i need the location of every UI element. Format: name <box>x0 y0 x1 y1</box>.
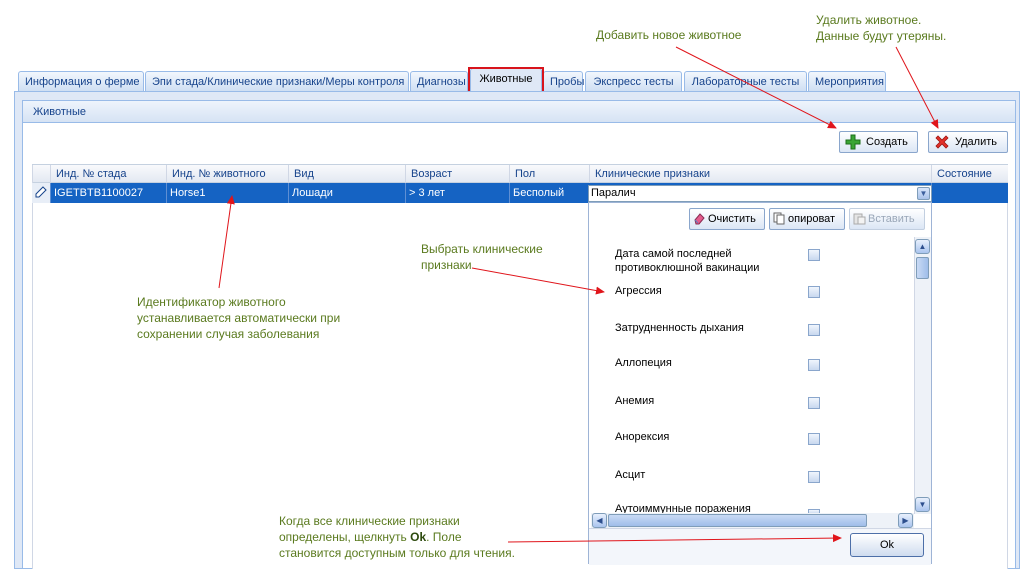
arrow-to-signs <box>471 267 605 295</box>
arrow-to-animal-id <box>218 195 235 289</box>
annotation-arrows <box>218 46 939 543</box>
arrow-to-ok <box>507 534 842 543</box>
arrow-to-create <box>675 46 837 129</box>
arrow-to-delete <box>895 46 939 129</box>
